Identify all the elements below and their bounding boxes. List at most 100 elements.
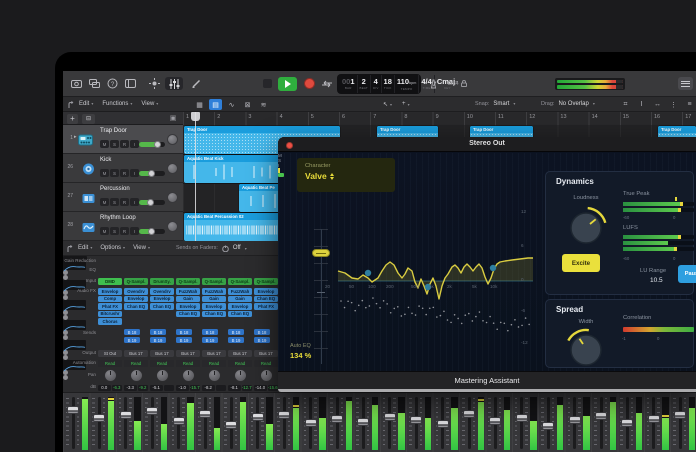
send-knob[interactable] (63, 314, 68, 320)
mixer-fx-button[interactable]: Envelop (98, 288, 122, 295)
piano-roll-icon[interactable]: ▤ (209, 99, 222, 110)
fader-handle[interactable] (304, 419, 317, 427)
mixer-fx-button[interactable]: Envelop (176, 303, 200, 310)
mixer-automation-button[interactable]: Read (176, 360, 200, 367)
mixer-fx-button[interactable]: FuzzWah (202, 288, 226, 295)
count-in-button[interactable]: 1234 (445, 77, 469, 90)
track-header[interactable]: 26 Kick M S R I (63, 154, 183, 183)
slider-knob[interactable] (148, 169, 155, 177)
metronome-button[interactable] (427, 77, 440, 90)
fader-handle[interactable] (489, 417, 502, 426)
stop-button[interactable] (263, 79, 272, 88)
mixer-fx-button[interactable]: Chan EQ (202, 310, 226, 317)
send-knob[interactable] (63, 294, 68, 300)
flex-icon[interactable]: ≋ (257, 99, 270, 110)
fader-handle[interactable] (410, 416, 423, 425)
fader-handle[interactable] (93, 413, 106, 422)
disclosure-icon[interactable]: ▸ (74, 134, 77, 140)
mixer-menu-view[interactable]: View ▾ (133, 245, 150, 251)
send-knob[interactable] (63, 334, 68, 340)
stepper-icon[interactable] (329, 172, 334, 180)
mixer-fx-button[interactable]: Chan EQ (254, 295, 278, 302)
fader-handle[interactable] (383, 413, 396, 422)
mixer-output-button[interactable]: Bus 17 (254, 350, 278, 357)
panel-toggle-icon[interactable]: ▣ (167, 114, 179, 124)
screenshot-icon[interactable] (69, 77, 83, 90)
mixer-pan-knob[interactable] (207, 369, 221, 382)
fader-handle[interactable] (278, 410, 291, 419)
track-m-button[interactable]: M (100, 169, 109, 177)
mixer-menu-options[interactable]: Options ▾ (100, 245, 125, 251)
mixer-send-button[interactable]: B 18 (150, 329, 166, 335)
mixer-pan-knob[interactable] (259, 369, 273, 382)
fader-handle[interactable] (225, 421, 238, 430)
mixer-fx-button[interactable]: Chan EQ (228, 310, 252, 317)
list-editors-button[interactable] (678, 77, 693, 90)
track-m-button[interactable]: M (100, 198, 109, 206)
mixer-fx-button[interactable]: Envelop (150, 295, 174, 302)
inspector-icon[interactable] (123, 77, 137, 90)
fader-handle[interactable] (251, 412, 264, 421)
pause-button[interactable]: Pause (678, 265, 696, 283)
fader-handle[interactable] (331, 414, 343, 423)
mixer-fx-button[interactable]: Chan EQ (176, 310, 200, 317)
mixer-menu-edit[interactable]: Edit ▾ (78, 245, 92, 251)
track-s-button[interactable]: S (110, 198, 119, 206)
mixer-fx-button[interactable]: Envelop (202, 303, 226, 310)
mixer-automation-button[interactable]: Read (254, 360, 278, 367)
eq-gain-slider-handle[interactable] (312, 249, 330, 257)
track-i-button[interactable]: I (130, 140, 139, 148)
fader-handle[interactable] (647, 414, 660, 423)
more-menu-icon[interactable]: ≡ (683, 99, 696, 110)
mixer-input-button[interactable]: Q-Sampl. (124, 278, 148, 285)
mixer-fx-button[interactable]: Gain (176, 295, 200, 302)
slider-knob[interactable] (153, 140, 161, 148)
track-pan-knob[interactable] (167, 163, 178, 174)
track-r-button[interactable]: R (120, 227, 129, 235)
mixer-input-button[interactable]: Q-Sampl. (176, 278, 200, 285)
smart-controls-icon[interactable] (165, 77, 183, 90)
mixer-output-button[interactable]: Bus 17 (150, 350, 174, 357)
fader-handle[interactable] (595, 412, 607, 421)
cycle-region-icon[interactable] (87, 77, 101, 90)
add-track-button[interactable]: + (67, 113, 78, 124)
mixer-pan-knob[interactable] (233, 369, 247, 382)
fader-handle[interactable] (568, 415, 581, 424)
mastering-assistant-window[interactable]: Stereo Out Character Valve Auto EQ 134 % (278, 137, 696, 392)
fader-handle[interactable] (199, 409, 211, 418)
mixer-input-button[interactable]: Q-Sampl. (254, 278, 278, 285)
track-pan-knob[interactable] (167, 221, 178, 232)
drag-control[interactable]: Drag: No Overlap ▾ (541, 101, 595, 107)
track-volume-slider[interactable] (139, 198, 165, 206)
mixer-input-button[interactable]: Q-Sampl. (202, 278, 226, 285)
track-header[interactable]: 27 Percussion M S R I (63, 183, 183, 212)
mixer-automation-button[interactable]: Read (202, 360, 226, 367)
fader-handle[interactable] (542, 422, 555, 431)
track-volume-slider[interactable] (139, 169, 165, 177)
mixer-send-button[interactable]: B 19 (124, 337, 140, 343)
mixer-fx-button[interactable]: Gain (202, 295, 226, 302)
mixer-go-up-icon[interactable] (66, 245, 74, 255)
mixer-fx-button[interactable]: Envelop (228, 303, 252, 310)
channel-eq-thumbnail[interactable] (63, 339, 86, 351)
snap-control[interactable]: Snap: Smart ▾ (475, 101, 515, 107)
menu-edit[interactable]: Edit ▾ (79, 101, 93, 107)
mixer-output-button[interactable]: Bus 17 (124, 350, 148, 357)
zoom-vertical-icon[interactable]: ⋮ (667, 99, 680, 110)
track-s-button[interactable]: S (110, 169, 119, 177)
mixer-fx-button[interactable]: FuzzWah (228, 288, 252, 295)
mixer-output-button[interactable]: St Out (98, 350, 122, 357)
mixer-send-button[interactable]: B 19 (254, 337, 270, 343)
mixer-output-button[interactable]: Bus 17 (228, 350, 252, 357)
mixer-output-button[interactable]: Bus 17 (202, 350, 226, 357)
fader-handle[interactable] (674, 410, 687, 419)
mixer-fx-button[interactable]: Ovendrv (124, 288, 148, 295)
mixer-fx-button[interactable]: FuzzWah (176, 288, 200, 295)
grid-view-icon[interactable]: ▦ (193, 99, 206, 110)
mixer-fx-button[interactable]: Envelop (254, 288, 278, 295)
track-r-button[interactable]: R (120, 140, 129, 148)
mixer-pan-knob[interactable] (181, 369, 195, 382)
loudness-knob[interactable] (564, 206, 608, 250)
track-s-button[interactable]: S (110, 227, 119, 235)
record-button[interactable] (304, 78, 315, 89)
